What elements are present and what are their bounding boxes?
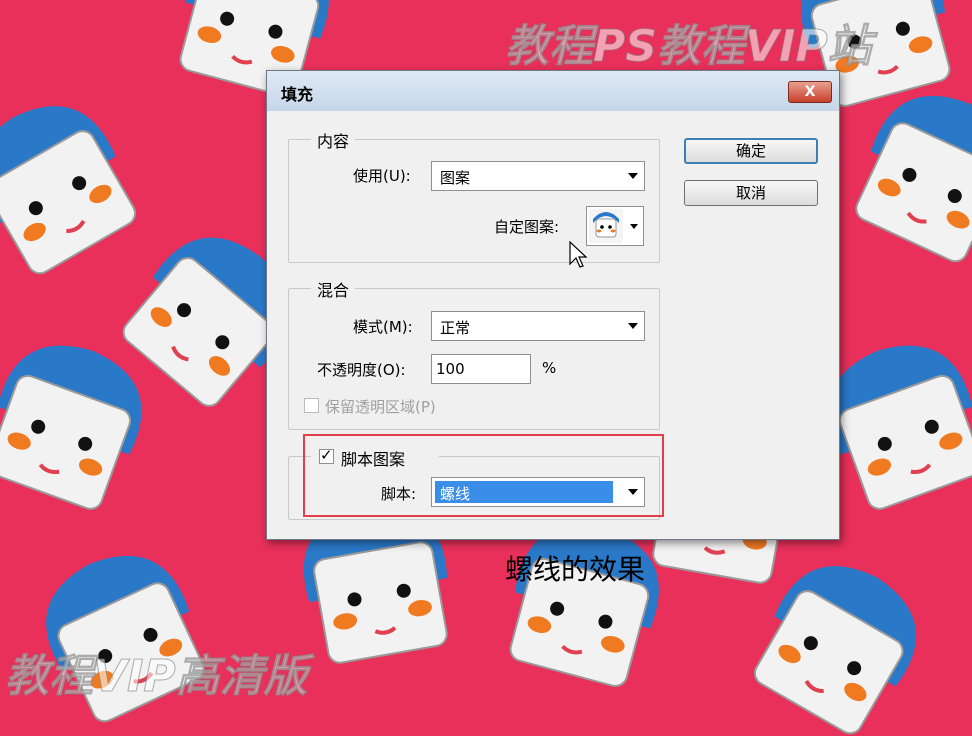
- content-group: 内容 使用(U): 图案 自定图案:: [288, 128, 660, 263]
- annotation-highlight-box: [303, 434, 664, 517]
- opacity-label: 不透明度(O):: [317, 361, 406, 379]
- mode-select-value: 正常: [440, 319, 471, 337]
- close-icon: X: [804, 84, 816, 100]
- mode-label: 模式(M):: [353, 318, 413, 336]
- use-select[interactable]: 图案: [431, 161, 645, 191]
- preserve-transparency-checkbox[interactable]: [304, 398, 319, 413]
- custom-pattern-label: 自定图案:: [494, 218, 560, 236]
- chevron-down-icon: [628, 173, 638, 179]
- effect-caption: 螺线的效果: [505, 553, 646, 586]
- pattern-thumbnail-icon: [589, 209, 623, 243]
- watermark-top: 教程PS教程VIP站: [505, 21, 873, 73]
- content-group-legend: 内容: [311, 128, 356, 152]
- use-select-value: 图案: [440, 169, 471, 187]
- custom-pattern-picker[interactable]: [586, 206, 644, 246]
- dialog-title: 填充: [281, 85, 314, 104]
- blend-group-legend: 混合: [311, 277, 356, 301]
- watermark-bottom: 教程VIP高清版: [5, 651, 309, 703]
- ok-button[interactable]: 确定: [684, 138, 818, 164]
- opacity-unit: %: [542, 359, 557, 377]
- preserve-transparency-label: 保留透明区域(P): [325, 398, 436, 416]
- use-label: 使用(U):: [353, 167, 411, 185]
- mode-select[interactable]: 正常: [431, 311, 645, 341]
- opacity-input[interactable]: 100: [431, 354, 531, 384]
- pattern-dropdown-icon[interactable]: [630, 224, 638, 229]
- chevron-down-icon: [628, 323, 638, 329]
- dialog-titlebar[interactable]: 填充 X: [267, 71, 839, 111]
- mouse-pointer-icon: [569, 240, 588, 268]
- close-button[interactable]: X: [788, 81, 832, 103]
- blend-group: 混合 模式(M): 正常 不透明度(O): 100 % 保留透明区域(P): [288, 277, 660, 430]
- cancel-button[interactable]: 取消: [684, 180, 818, 206]
